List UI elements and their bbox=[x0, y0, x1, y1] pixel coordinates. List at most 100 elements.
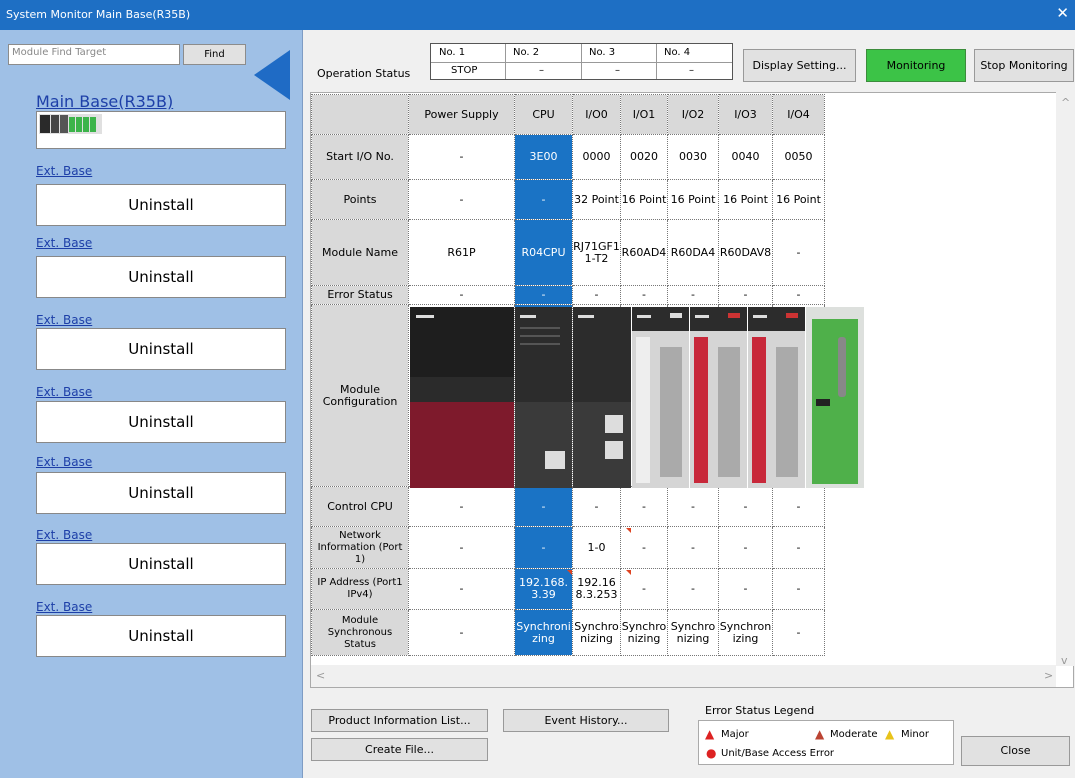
grid-cell[interactable]: 16 Point bbox=[620, 179, 668, 220]
grid-cell[interactable]: - bbox=[514, 179, 573, 220]
network-module-icon bbox=[573, 307, 631, 488]
grid-cell[interactable]: - bbox=[514, 486, 573, 527]
grid-cell[interactable]: - bbox=[772, 526, 825, 569]
ext-base-link[interactable]: Ext. Base bbox=[36, 236, 92, 250]
grid-cell[interactable]: - bbox=[772, 285, 825, 305]
ext-base-link[interactable]: Ext. Base bbox=[36, 528, 92, 542]
monitoring-button[interactable]: Monitoring bbox=[866, 49, 966, 82]
main-base-thumbnail[interactable] bbox=[36, 111, 286, 149]
grid-cell[interactable]: - bbox=[718, 285, 773, 305]
grid-cell[interactable]: R60DAV8 bbox=[718, 219, 773, 286]
io-module-icon bbox=[632, 307, 689, 488]
grid-cell[interactable]: Synchronizing bbox=[667, 609, 719, 656]
legend-title: Error Status Legend bbox=[705, 704, 815, 717]
scroll-right-icon[interactable]: > bbox=[1044, 669, 1053, 682]
grid-cell[interactable]: R60AD4 bbox=[620, 219, 668, 286]
grid-cell[interactable]: - bbox=[408, 526, 515, 569]
ext-base-box[interactable]: Uninstall bbox=[36, 472, 286, 514]
close-icon[interactable]: ✕ bbox=[1056, 5, 1069, 21]
grid-cell[interactable]: - bbox=[514, 285, 573, 305]
grid-cell[interactable]: 32 Point bbox=[572, 179, 621, 220]
grid-cell[interactable]: 192.168.3.253 bbox=[572, 568, 621, 610]
grid-cell[interactable]: - bbox=[667, 285, 719, 305]
no2-value: – bbox=[539, 65, 544, 76]
row-label: Module Synchronous Status bbox=[311, 609, 409, 656]
grid-cell[interactable]: 0020 bbox=[620, 134, 668, 180]
grid-cell[interactable]: - bbox=[408, 179, 515, 220]
grid-cell[interactable]: 0050 bbox=[772, 134, 825, 180]
display-setting-button[interactable]: Display Setting... bbox=[743, 49, 856, 82]
grid-cell[interactable]: - bbox=[620, 285, 668, 305]
grid-cell[interactable]: R61P bbox=[408, 219, 515, 286]
ext-base-link[interactable]: Ext. Base bbox=[36, 313, 92, 327]
ext-base-box[interactable]: Uninstall bbox=[36, 184, 286, 226]
ext-base-link[interactable]: Ext. Base bbox=[36, 455, 92, 469]
scroll-up-icon[interactable]: ^ bbox=[1061, 96, 1070, 109]
grid-cell[interactable]: Synchronizing bbox=[514, 609, 573, 656]
ext-base-link[interactable]: Ext. Base bbox=[36, 164, 92, 178]
grid-cell[interactable]: - bbox=[718, 568, 773, 610]
grid-cell[interactable]: 192.168.3.39 bbox=[514, 568, 573, 610]
grid-cell[interactable]: - bbox=[514, 526, 573, 569]
grid-cell[interactable]: - bbox=[408, 134, 515, 180]
ext-base-box[interactable]: Uninstall bbox=[36, 615, 286, 657]
grid-cell[interactable]: 16 Point bbox=[718, 179, 773, 220]
collapse-arrow-icon[interactable] bbox=[254, 50, 290, 100]
grid-cell[interactable]: - bbox=[772, 486, 825, 527]
grid-cell[interactable]: - bbox=[572, 486, 621, 527]
grid-cell[interactable]: R04CPU bbox=[514, 219, 573, 286]
window-title: System Monitor Main Base(R35B) bbox=[6, 8, 191, 21]
io-module-icon bbox=[748, 307, 805, 488]
grid-cell[interactable]: - bbox=[408, 609, 515, 656]
grid-cell[interactable]: 3E00 bbox=[514, 134, 573, 180]
scroll-down-icon[interactable]: v bbox=[1061, 654, 1068, 667]
grid-cell[interactable]: - bbox=[772, 219, 825, 286]
legend-minor: Minor bbox=[901, 729, 929, 740]
main-base-link[interactable]: Main Base(R35B) bbox=[36, 92, 173, 111]
close-button[interactable]: Close bbox=[961, 736, 1070, 766]
grid-cell[interactable]: - bbox=[408, 486, 515, 527]
grid-cell[interactable]: - bbox=[408, 568, 515, 610]
grid-cell[interactable]: - bbox=[408, 285, 515, 305]
row-label: Control CPU bbox=[311, 486, 409, 527]
ext-base-box[interactable]: Uninstall bbox=[36, 328, 286, 370]
grid-cell[interactable]: - bbox=[572, 285, 621, 305]
ext-base-link[interactable]: Ext. Base bbox=[36, 600, 92, 614]
grid-header: CPU bbox=[514, 94, 573, 135]
ext-base-box[interactable]: Uninstall bbox=[36, 543, 286, 585]
module-find-input[interactable]: Module Find Target bbox=[8, 44, 180, 65]
grid-cell[interactable]: - bbox=[620, 486, 668, 527]
grid-cell[interactable]: 0030 bbox=[667, 134, 719, 180]
product-info-list-button[interactable]: Product Information List... bbox=[311, 709, 488, 732]
create-file-button[interactable]: Create File... bbox=[311, 738, 488, 761]
grid-cell[interactable]: - bbox=[772, 609, 825, 656]
grid-cell[interactable]: - bbox=[667, 568, 719, 610]
grid-cell[interactable]: RJ71GF11-T2 bbox=[572, 219, 621, 286]
ext-base-box[interactable]: Uninstall bbox=[36, 401, 286, 443]
ext-base-box[interactable]: Uninstall bbox=[36, 256, 286, 298]
grid-cell[interactable]: - bbox=[667, 486, 719, 527]
event-history-button[interactable]: Event History... bbox=[503, 709, 669, 732]
row-label: IP Address (Port1 IPv4) bbox=[311, 568, 409, 610]
grid-cell[interactable]: Synchronizing bbox=[620, 609, 668, 656]
stop-monitoring-button[interactable]: Stop Monitoring bbox=[974, 49, 1074, 82]
comment-marker bbox=[626, 570, 631, 575]
grid-cell[interactable]: Synchronizing bbox=[572, 609, 621, 656]
scroll-left-icon[interactable]: < bbox=[316, 669, 325, 682]
grid-cell[interactable]: 0040 bbox=[718, 134, 773, 180]
grid-cell[interactable]: - bbox=[718, 526, 773, 569]
vertical-scrollbar[interactable] bbox=[1056, 92, 1074, 666]
grid-cell[interactable]: - bbox=[667, 526, 719, 569]
grid-cell[interactable]: 16 Point bbox=[667, 179, 719, 220]
grid-cell[interactable]: 16 Point bbox=[772, 179, 825, 220]
grid-cell[interactable]: Synchronizing bbox=[718, 609, 773, 656]
horizontal-scrollbar[interactable] bbox=[311, 665, 1056, 687]
grid-cell[interactable]: - bbox=[718, 486, 773, 527]
grid-cell[interactable]: R60DA4 bbox=[667, 219, 719, 286]
grid-cell[interactable]: 1-0 bbox=[572, 526, 621, 569]
grid-cell[interactable]: 0000 bbox=[572, 134, 621, 180]
legend-major: Major bbox=[721, 729, 749, 740]
ext-base-link[interactable]: Ext. Base bbox=[36, 385, 92, 399]
find-button[interactable]: Find bbox=[183, 44, 246, 65]
grid-cell[interactable]: - bbox=[772, 568, 825, 610]
